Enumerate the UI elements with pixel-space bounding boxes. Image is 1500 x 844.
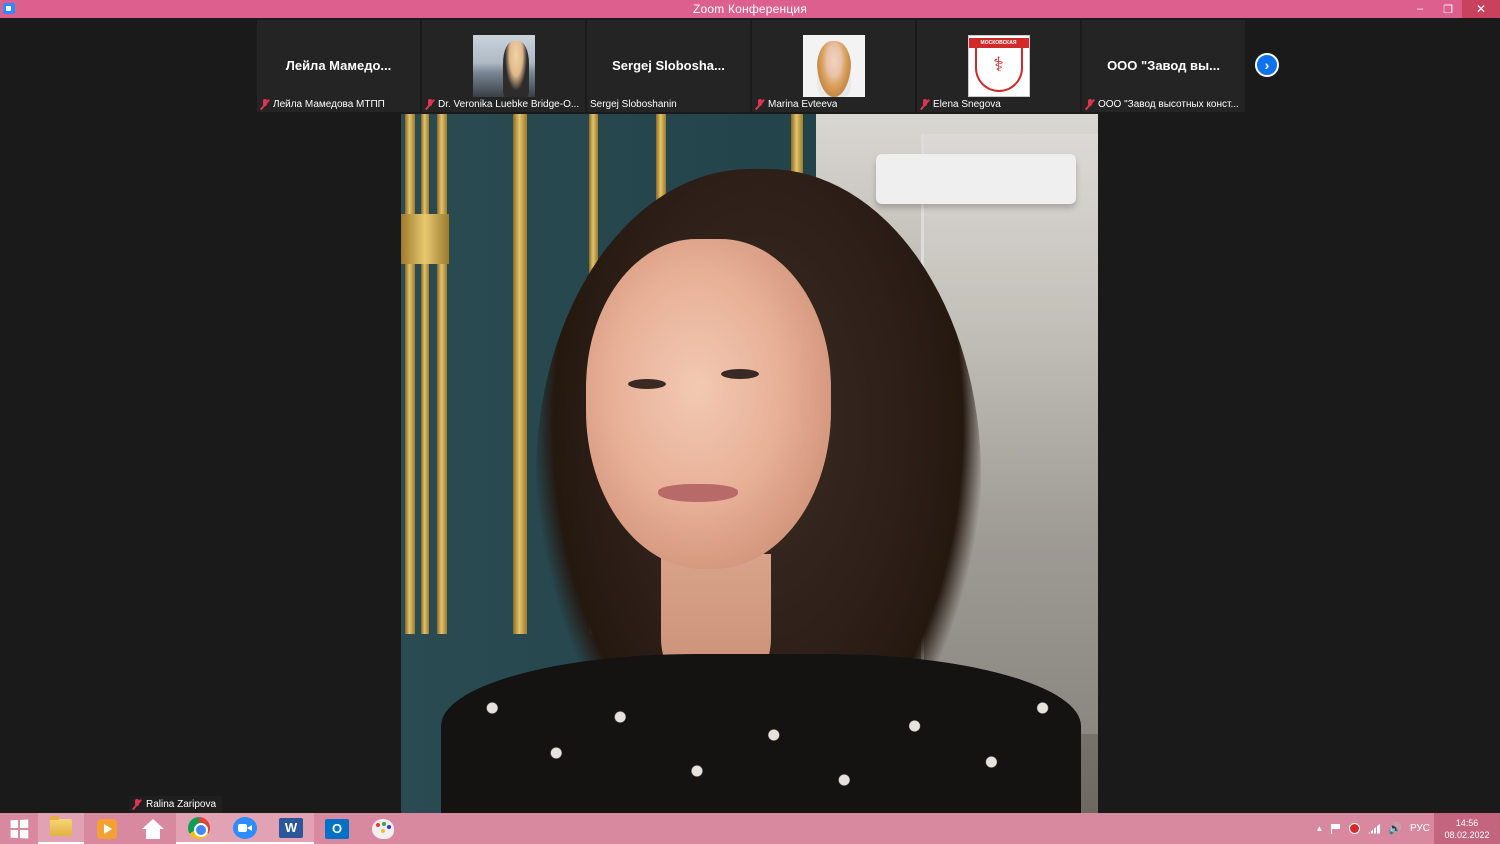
participant-tile-marina[interactable]: Marina Evteeva [752, 20, 915, 112]
participant-tile-zavod[interactable]: ООО "Завод вы... ООО "Завод высотных кон… [1082, 20, 1245, 112]
zoom-icon [233, 816, 257, 839]
outlook-icon: O [325, 818, 349, 839]
gold-pillar [513, 114, 527, 634]
zoom-app-icon [3, 3, 15, 14]
participant-label: Elena Snegova [920, 96, 1078, 112]
taskbar-chrome[interactable] [176, 813, 222, 844]
clock-date: 08.02.2022 [1444, 829, 1490, 840]
chevron-right-icon: › [1264, 57, 1270, 73]
eye [628, 379, 666, 389]
participant-display-name: Sergej Sloboshа... [612, 58, 725, 73]
taskbar-paint[interactable] [360, 813, 406, 844]
title-bar: Zoom Конференция – ❐ ✕ [0, 0, 1500, 18]
media-player-icon [97, 818, 117, 839]
minimize-button[interactable]: – [1406, 0, 1434, 18]
next-page-button[interactable]: › [1255, 53, 1279, 77]
participant-tile-leila[interactable]: Лейла Мамедо... Лейла Мамедова МТПП [257, 20, 420, 112]
logo-caption: МОСКОВСКАЯ [968, 38, 1029, 48]
participant-strip: Лейла Мамедо... Лейла Мамедова МТПП Dr. … [257, 20, 1245, 112]
mic-muted-icon [1085, 98, 1095, 110]
system-tray: ▲ 🔊 РУС [1315, 813, 1430, 844]
mic-muted-icon [260, 98, 270, 110]
participant-label: Лейла Мамедова МТПП [260, 96, 418, 112]
home-icon [142, 818, 164, 839]
active-speaker-label: Ralina Zaripova [129, 796, 223, 813]
active-speaker-video [401, 114, 1098, 813]
participant-display-name: ООО "Завод вы... [1107, 58, 1220, 73]
meeting-stage: Лейла Мамедо... Лейла Мамедова МТПП Dr. … [0, 18, 1500, 813]
taskbar-file-explorer[interactable] [38, 813, 84, 844]
eye [721, 369, 759, 379]
restore-button[interactable]: ❐ [1434, 0, 1462, 18]
taskbar-zoom[interactable] [222, 813, 268, 844]
window-title: Zoom Конференция [692, 2, 808, 16]
folder-icon [50, 816, 72, 836]
window-controls: – ❐ ✕ [1406, 0, 1500, 18]
clock-time: 14:56 [1455, 817, 1479, 828]
input-language-indicator[interactable]: РУС [1410, 823, 1430, 834]
mic-muted-icon [755, 98, 765, 110]
mic-muted-icon [920, 98, 930, 110]
network-signal-icon[interactable] [1368, 823, 1381, 834]
paint-icon [372, 818, 394, 839]
participant-video-thumbnail [802, 35, 865, 97]
system-clock[interactable]: 14:56 08.02.2022 [1434, 813, 1500, 844]
taskbar-word[interactable]: W [268, 813, 314, 844]
participant-video-thumbnail [472, 35, 535, 97]
word-icon: W [279, 817, 303, 838]
gold-ornament [401, 214, 449, 264]
person-dress [441, 654, 1081, 813]
mic-muted-icon [132, 799, 142, 810]
windows-taskbar: W O ▲ 🔊 РУС 14:56 08.02.2022 [0, 813, 1500, 844]
participant-label: ООО "Завод высотных конст... [1085, 96, 1243, 112]
lips [658, 484, 738, 502]
person-face [586, 239, 831, 569]
close-button[interactable]: ✕ [1462, 0, 1500, 18]
mic-muted-icon [425, 98, 435, 110]
taskbar-media-player[interactable] [84, 813, 130, 844]
participant-label: Sergej Sloboshanin [590, 98, 677, 110]
action-center-flag-icon[interactable] [1331, 823, 1341, 834]
show-hidden-icons-button[interactable]: ▲ [1315, 824, 1323, 833]
windows-logo-icon [10, 819, 29, 838]
caduceus-icon [974, 48, 1023, 92]
volume-icon[interactable]: 🔊 [1388, 822, 1402, 835]
participant-tile-elena[interactable]: МОСКОВСКАЯ Elena Snegova [917, 20, 1080, 112]
chamber-of-commerce-logo: МОСКОВСКАЯ [967, 35, 1030, 97]
gold-pillar [421, 114, 429, 634]
participant-display-name: Лейла Мамедо... [285, 58, 392, 73]
participant-label: Marina Evteeva [755, 96, 913, 112]
chrome-icon [188, 816, 210, 839]
taskbar-outlook[interactable]: O [314, 813, 360, 844]
participant-tile-veronika[interactable]: Dr. Veronika Luebke Bridge-O... [422, 20, 585, 112]
gold-pillar [405, 114, 415, 634]
start-button[interactable] [0, 813, 38, 844]
air-conditioner [876, 154, 1076, 204]
participant-tile-sergej[interactable]: Sergej Sloboshа... Sergej Sloboshanin [587, 20, 750, 112]
participant-label: Dr. Veronika Luebke Bridge-O... [425, 96, 583, 112]
antivirus-icon[interactable] [1349, 823, 1361, 834]
taskbar-home[interactable] [130, 813, 176, 844]
gold-pillar [437, 114, 447, 634]
